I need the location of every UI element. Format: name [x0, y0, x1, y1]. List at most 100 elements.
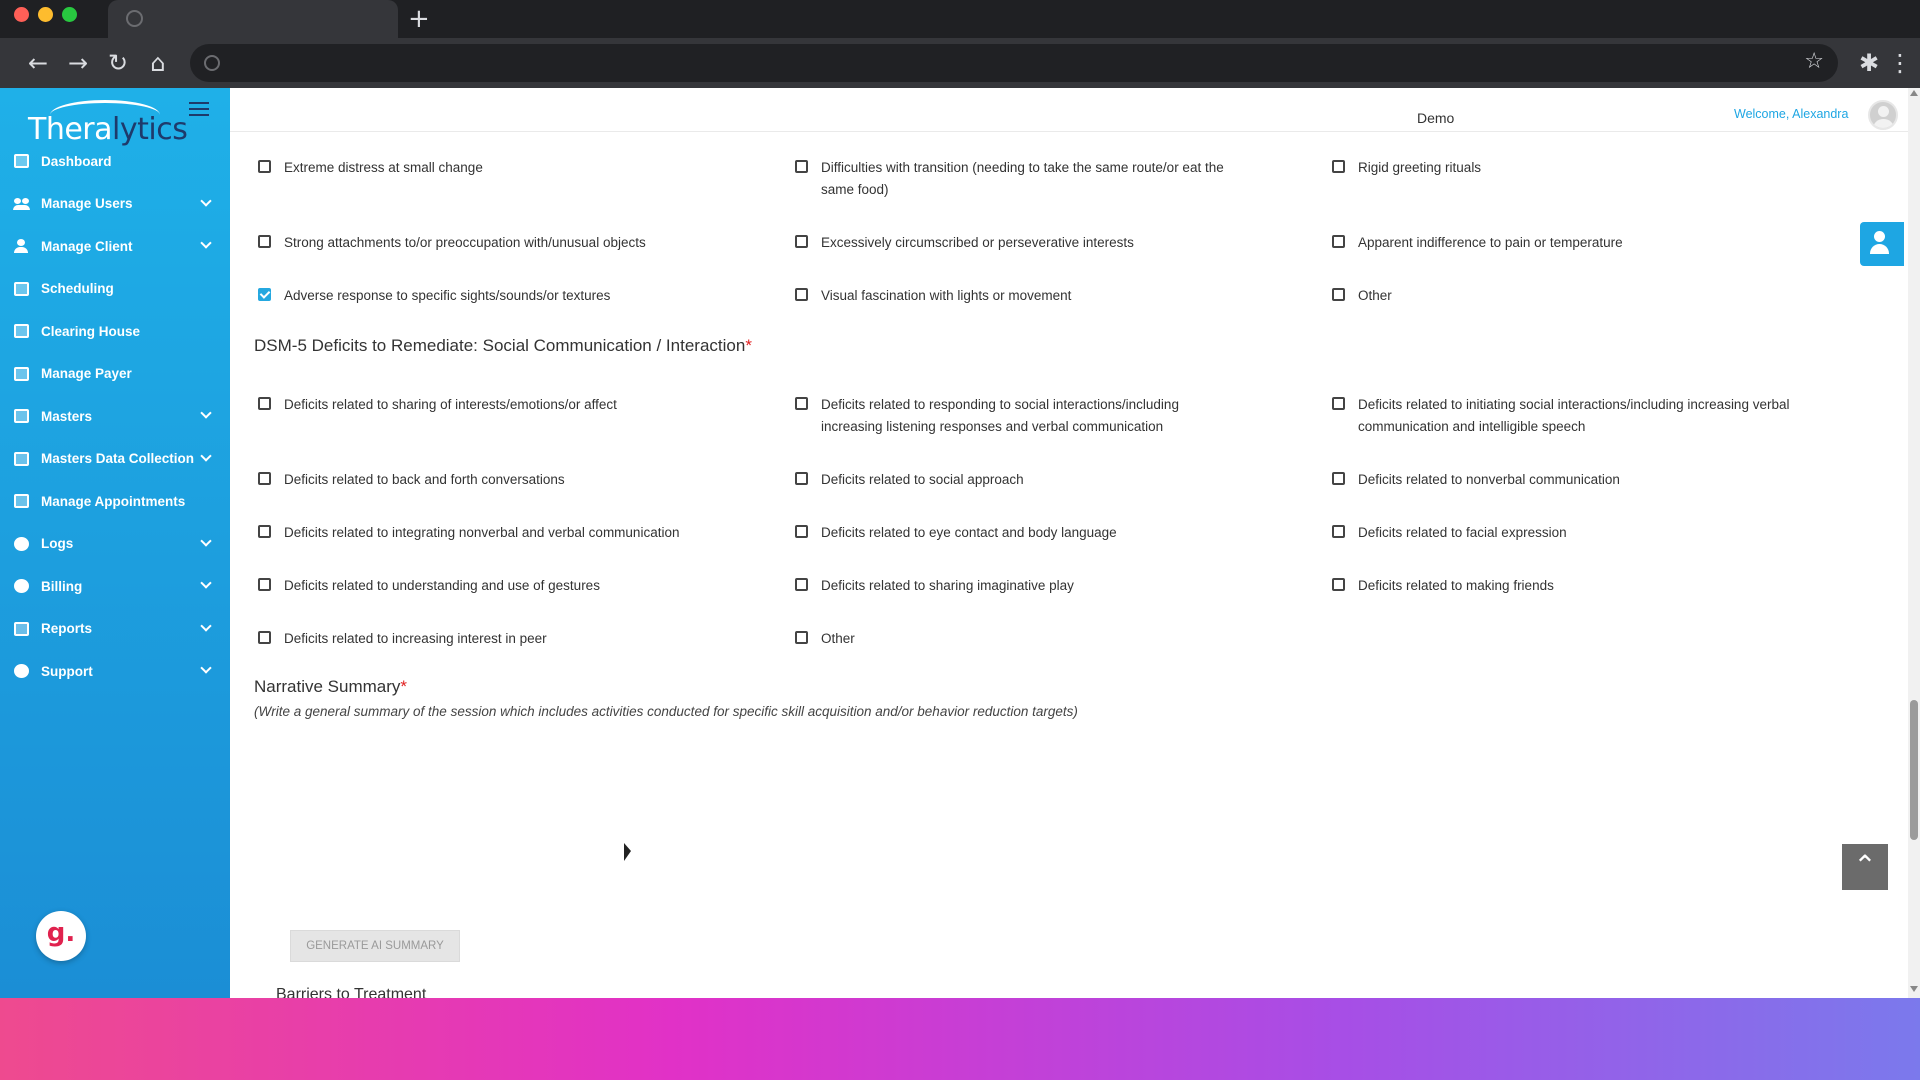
reload-icon[interactable]: ↻ [102, 47, 134, 79]
narrative-summary-editor[interactable] [254, 732, 1834, 932]
checkbox[interactable] [1332, 235, 1345, 248]
checkbox[interactable] [1332, 397, 1345, 410]
checkbox-item[interactable]: Deficits related to initiating social in… [1332, 394, 1802, 438]
checkbox-item[interactable]: Excessively circumscribed or perseverati… [795, 232, 1275, 254]
sidebar-item-clearing-house[interactable]: Clearing House [0, 310, 230, 353]
report-icon [14, 621, 29, 636]
checkbox[interactable] [258, 235, 271, 248]
database-icon [14, 409, 29, 424]
checkbox-item[interactable]: Visual fascination with lights or moveme… [795, 285, 1275, 307]
welcome-text[interactable]: Welcome, Alexandra [1734, 107, 1848, 121]
browser-tab[interactable] [108, 0, 398, 38]
sidebar-item-support[interactable]: Support [0, 650, 230, 693]
checkbox[interactable] [795, 472, 808, 485]
checkbox[interactable] [258, 631, 271, 644]
minimize-window-button[interactable] [38, 7, 53, 22]
close-window-button[interactable] [14, 7, 29, 22]
checkbox-item[interactable]: Difficulties with transition (needing to… [795, 157, 1245, 201]
generate-ai-summary-button[interactable]: GENERATE AI SUMMARY [290, 930, 460, 962]
checkbox-item[interactable]: Other [795, 628, 1275, 650]
new-tab-button[interactable]: + [408, 4, 430, 34]
checkbox-item[interactable]: Deficits related to responding to social… [795, 394, 1225, 438]
sidebar-item-masters[interactable]: Masters [0, 395, 230, 438]
checkbox[interactable] [258, 397, 271, 410]
checkbox-item[interactable]: Deficits related to facial expression [1332, 522, 1812, 544]
back-arrow-icon[interactable]: ← [22, 47, 54, 79]
sidebar-item-manage-users[interactable]: Manage Users [0, 183, 230, 226]
sidebar-item-billing[interactable]: Billing [0, 565, 230, 608]
sidebar-item-manage-appointments[interactable]: Manage Appointments [0, 480, 230, 523]
checkbox[interactable] [258, 525, 271, 538]
checkbox[interactable] [795, 631, 808, 644]
checkbox-item[interactable]: Deficits related to back and forth conve… [258, 469, 738, 491]
checkbox[interactable] [795, 235, 808, 248]
sidebar-item-reports[interactable]: Reports [0, 608, 230, 651]
checkbox[interactable] [795, 525, 808, 538]
checkbox[interactable] [1332, 578, 1345, 591]
sidebar-item-masters-data-collection[interactable]: Masters Data Collection [0, 438, 230, 481]
checkbox[interactable] [258, 578, 271, 591]
user-search-floating-icon[interactable] [1860, 222, 1904, 266]
chevron-down-icon [200, 449, 212, 462]
bookmark-star-icon[interactable]: ☆ [1804, 49, 1824, 74]
checkbox-item[interactable]: Deficits related to making friends [1332, 575, 1812, 597]
sidebar-collapse-icon[interactable] [189, 102, 209, 120]
browser-tab-bar: + [0, 0, 1920, 38]
site-info-icon[interactable] [204, 55, 220, 71]
forward-arrow-icon[interactable]: → [62, 47, 94, 79]
organization-name: Demo [1417, 110, 1455, 126]
chevron-down-icon [200, 237, 212, 249]
checkbox-item[interactable]: Rigid greeting rituals [1332, 157, 1812, 179]
checkbox[interactable] [795, 160, 808, 173]
scroll-down-arrow-icon[interactable] [1910, 986, 1918, 992]
checkbox-item[interactable]: Deficits related to eye contact and body… [795, 522, 1275, 544]
browser-menu-icon[interactable]: ⋮ [1884, 47, 1916, 79]
checkbox-item[interactable]: Extreme distress at small change [258, 157, 738, 179]
checkbox-item[interactable]: Apparent indifference to pain or tempera… [1332, 232, 1812, 254]
checkbox-item[interactable]: Deficits related to sharing of interests… [258, 394, 738, 416]
checkbox[interactable] [795, 288, 808, 301]
id-card-icon [14, 324, 29, 339]
checkbox-item[interactable]: Strong attachments to/or preoccupation w… [258, 232, 738, 254]
globe-icon [126, 10, 143, 27]
checkbox-item[interactable]: Deficits related to integrating nonverba… [258, 522, 738, 544]
checkbox-item[interactable]: Deficits related to sharing imaginative … [795, 575, 1275, 597]
checkbox-item[interactable]: Deficits related to increasing interest … [258, 628, 738, 650]
checkbox[interactable] [1332, 472, 1345, 485]
checkbox[interactable] [1332, 288, 1345, 301]
checkbox-item[interactable]: Adverse response to specific sights/soun… [258, 285, 738, 307]
checkbox[interactable] [1332, 525, 1345, 538]
checkbox-checked[interactable] [258, 288, 271, 301]
main-content: Demo Welcome, Alexandra Extreme distress… [230, 88, 1908, 998]
scroll-to-top-button[interactable]: ⌃ [1842, 844, 1888, 890]
sidebar-item-manage-payer[interactable]: Manage Payer [0, 353, 230, 396]
scroll-up-arrow-icon[interactable] [1910, 90, 1918, 96]
checkbox[interactable] [795, 578, 808, 591]
sidebar-item-logs[interactable]: Logs [0, 523, 230, 566]
checkbox[interactable] [258, 160, 271, 173]
grammarly-badge[interactable]: g. [36, 911, 86, 961]
session-note-form: Extreme distress at small change Difficu… [254, 132, 1868, 998]
decorative-gradient-band [0, 998, 1920, 1080]
sidebar-item-manage-client[interactable]: Manage Client [0, 225, 230, 268]
checkbox[interactable] [1332, 160, 1345, 173]
users-icon [13, 197, 30, 211]
page-scrollbar[interactable] [1908, 88, 1920, 998]
user-avatar[interactable] [1868, 100, 1898, 130]
sidebar-item-scheduling[interactable]: Scheduling [0, 268, 230, 311]
checkbox-item[interactable]: Deficits related to understanding and us… [258, 575, 738, 597]
home-icon[interactable]: ⌂ [142, 47, 174, 79]
extensions-puzzle-icon[interactable]: ✱ [1853, 47, 1885, 79]
checkbox[interactable] [795, 397, 808, 410]
address-bar[interactable]: ☆ [190, 44, 1838, 82]
checkbox-item[interactable]: Other [1332, 285, 1812, 307]
maximize-window-button[interactable] [62, 7, 77, 22]
mouse-cursor-icon [624, 842, 631, 866]
sidebar-item-dashboard[interactable]: Dashboard [0, 140, 230, 183]
checkbox[interactable] [258, 472, 271, 485]
appointments-icon [14, 494, 29, 509]
checkbox-item[interactable]: Deficits related to nonverbal communicat… [1332, 469, 1812, 491]
checkbox-item[interactable]: Deficits related to social approach [795, 469, 1275, 491]
scrollbar-thumb[interactable] [1910, 700, 1918, 840]
theralytics-logo[interactable]: Theralytics [28, 98, 188, 147]
